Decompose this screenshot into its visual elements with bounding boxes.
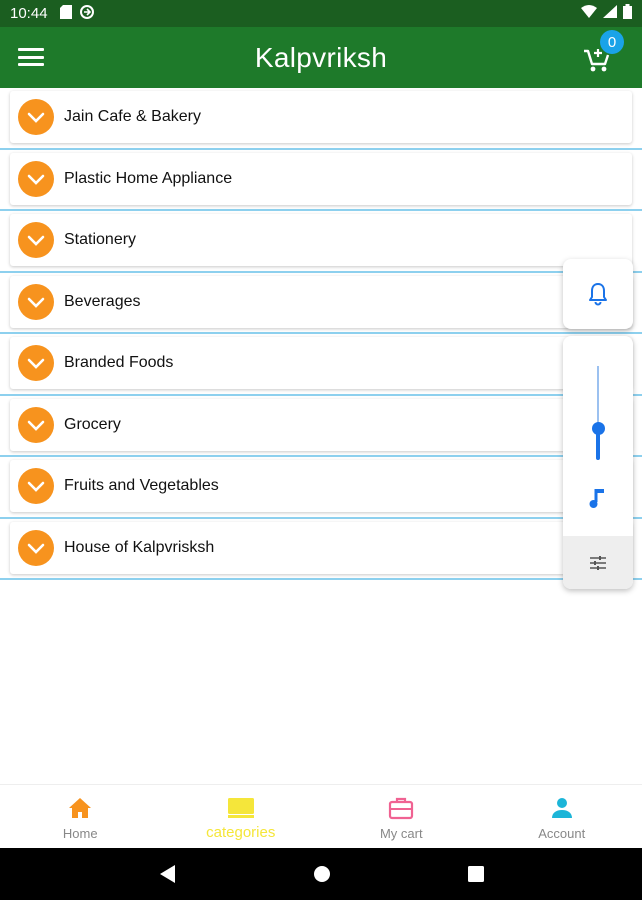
- home-icon: [67, 796, 93, 820]
- music-note-icon[interactable]: [587, 486, 609, 512]
- category-row[interactable]: Beverages: [0, 273, 642, 334]
- signal-icon: [603, 5, 617, 22]
- category-card[interactable]: Fruits and Vegetables: [10, 460, 632, 512]
- nav-my-cart-label: My cart: [379, 826, 423, 841]
- chevron-down-icon[interactable]: [18, 222, 54, 258]
- bottom-navigation: Home categories My cart Account: [0, 784, 642, 848]
- category-label: Jain Cafe & Bakery: [64, 108, 201, 125]
- chevron-down-icon[interactable]: [18, 468, 54, 504]
- nav-categories[interactable]: categories: [161, 785, 322, 848]
- category-card[interactable]: Beverages: [10, 275, 632, 328]
- nav-home-label: Home: [62, 826, 98, 841]
- categories-icon: [227, 796, 254, 820]
- sync-icon: [79, 4, 94, 23]
- chevron-down-icon[interactable]: [18, 406, 54, 443]
- category-list: Jain Cafe & Bakery Plastic Home Applianc…: [0, 88, 642, 580]
- category-label: Grocery: [64, 415, 121, 433]
- status-bar: 10:44: [0, 0, 642, 27]
- volume-panel: [563, 336, 633, 589]
- status-time: 10:44: [10, 5, 48, 22]
- category-row[interactable]: Grocery: [0, 396, 642, 457]
- category-card[interactable]: House of Kalpvrisksh: [10, 521, 632, 574]
- category-label: Stationery: [64, 231, 137, 248]
- briefcase-icon: [388, 796, 414, 820]
- chevron-down-icon[interactable]: [18, 529, 54, 566]
- nav-home[interactable]: Home: [0, 785, 161, 848]
- category-card[interactable]: Plastic Home Appliance: [10, 152, 632, 205]
- chevron-down-icon[interactable]: [18, 283, 54, 320]
- category-row[interactable]: Stationery: [0, 211, 642, 273]
- app-title: Kalpvriksh: [254, 41, 388, 73]
- chevron-down-icon[interactable]: [18, 345, 54, 381]
- tune-icon: [590, 555, 606, 570]
- category-row[interactable]: Branded Foods: [0, 334, 642, 396]
- category-label: House of Kalpvrisksh: [64, 538, 215, 556]
- nav-categories-label: categories: [206, 824, 276, 841]
- account-icon: [549, 796, 575, 820]
- category-row[interactable]: House of Kalpvrisksh: [0, 519, 642, 580]
- system-navigation-bar: [0, 848, 642, 900]
- category-card[interactable]: Branded Foods: [10, 337, 632, 389]
- chevron-down-icon[interactable]: [18, 160, 54, 197]
- category-row[interactable]: Fruits and Vegetables: [0, 457, 642, 519]
- category-row[interactable]: Plastic Home Appliance: [0, 150, 642, 211]
- nav-my-cart[interactable]: My cart: [321, 785, 482, 848]
- category-row[interactable]: Jain Cafe & Bakery: [0, 88, 642, 150]
- chevron-down-icon[interactable]: [18, 99, 54, 135]
- back-icon[interactable]: [158, 864, 176, 884]
- battery-icon: [623, 4, 632, 23]
- home-circle-icon[interactable]: [313, 865, 331, 883]
- category-card[interactable]: Grocery: [10, 398, 632, 451]
- bell-icon: [589, 283, 607, 306]
- nav-account[interactable]: Account: [482, 785, 642, 848]
- volume-settings-button[interactable]: [563, 536, 633, 589]
- sd-card-icon: [59, 4, 72, 23]
- wifi-icon: [581, 5, 597, 22]
- app-bar: Kalpvriksh 0: [0, 27, 642, 88]
- category-card[interactable]: Jain Cafe & Bakery: [10, 91, 632, 143]
- recents-icon[interactable]: [467, 866, 484, 882]
- nav-account-label: Account: [538, 826, 586, 841]
- volume-slider-thumb[interactable]: [592, 422, 605, 435]
- category-label: Branded Foods: [64, 354, 174, 371]
- category-label: Fruits and Vegetables: [64, 477, 219, 494]
- category-label: Plastic Home Appliance: [64, 169, 233, 187]
- menu-icon[interactable]: [18, 45, 44, 69]
- cart-count-badge: 0: [600, 30, 624, 54]
- category-label: Beverages: [64, 292, 141, 310]
- ringer-mode-button[interactable]: [563, 259, 633, 329]
- category-card[interactable]: Stationery: [10, 214, 632, 266]
